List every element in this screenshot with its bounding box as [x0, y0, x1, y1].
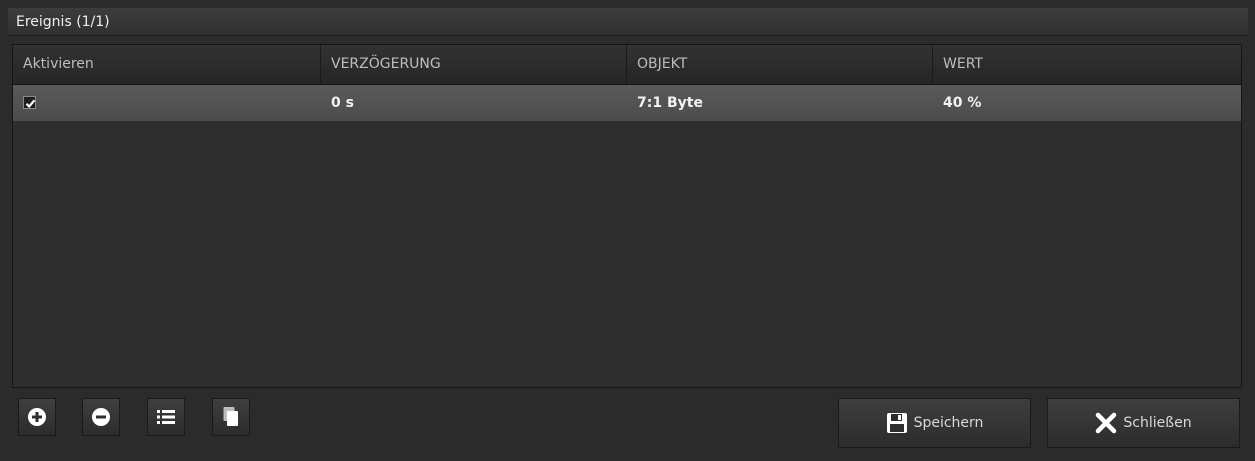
plus-circle-icon	[28, 408, 46, 426]
table-header: Aktivieren VERZÖGERUNG OBJEKT WERT	[13, 45, 1241, 85]
active-cell	[13, 85, 321, 121]
delay-cell: 0 s	[331, 95, 354, 111]
column-header-aktivieren[interactable]: Aktivieren	[13, 45, 321, 84]
floppy-disk-icon	[886, 413, 907, 433]
minus-circle-icon	[92, 408, 110, 426]
remove-button[interactable]	[82, 398, 120, 436]
dialog-title: Ereignis (1/1)	[8, 8, 1248, 36]
close-button[interactable]: Schließen	[1047, 398, 1240, 448]
save-button-label: Speichern	[913, 415, 984, 431]
copy-button[interactable]	[212, 398, 250, 436]
column-header-wert[interactable]: WERT	[933, 45, 1241, 84]
value-cell: 40 %	[943, 95, 982, 111]
add-button[interactable]	[18, 398, 56, 436]
active-checkbox[interactable]	[23, 96, 36, 109]
save-button[interactable]: Speichern	[838, 398, 1031, 448]
column-header-objekt[interactable]: OBJEKT	[627, 45, 933, 84]
list-button[interactable]	[147, 398, 185, 436]
list-icon	[157, 410, 175, 424]
close-icon	[1096, 412, 1117, 434]
column-header-verzoegerung[interactable]: VERZÖGERUNG	[321, 45, 627, 84]
check-icon	[25, 99, 36, 109]
table-row[interactable]: 0 s 7:1 Byte 40 %	[13, 85, 1241, 121]
close-button-label: Schließen	[1123, 415, 1192, 431]
copy-icon	[223, 407, 238, 426]
event-table: Aktivieren VERZÖGERUNG OBJEKT WERT 0 s 7…	[12, 44, 1242, 388]
object-cell: 7:1 Byte	[637, 95, 703, 111]
